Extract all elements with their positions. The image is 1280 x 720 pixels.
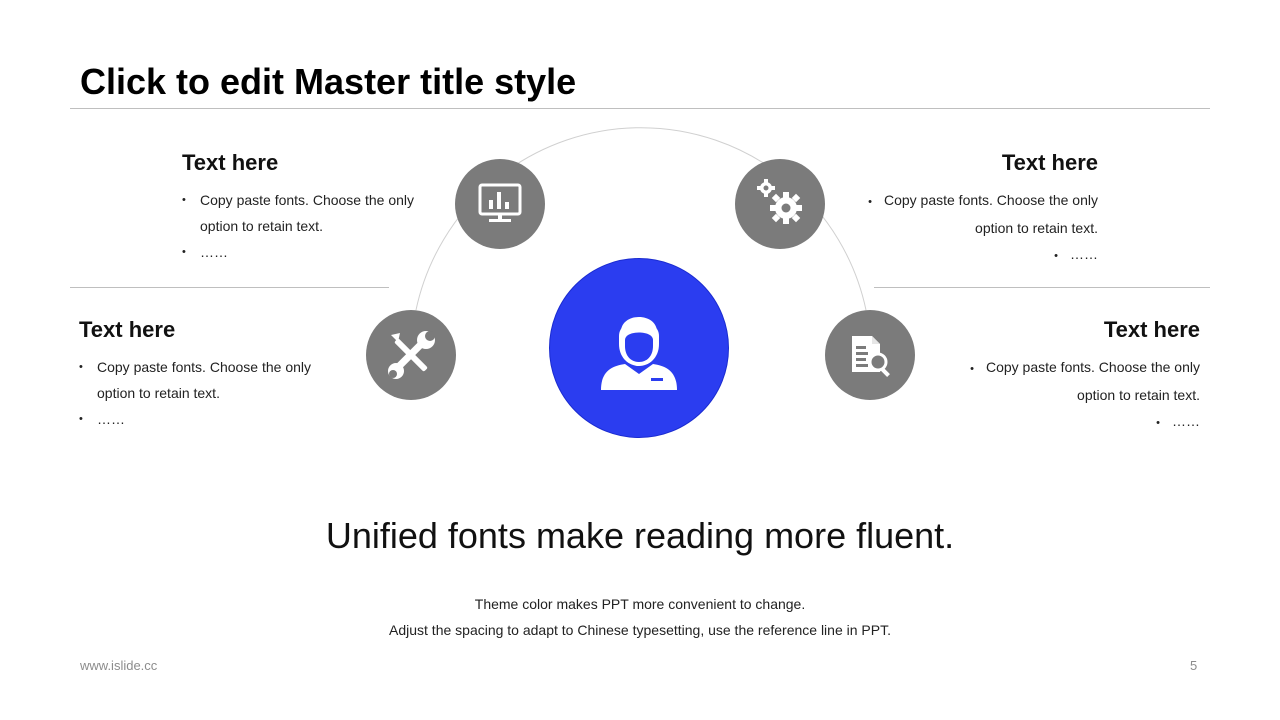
text-block-top-left: Text here Copy paste fonts. Choose the o… xyxy=(182,149,432,265)
bullet-item: Copy paste fonts. Choose the only option… xyxy=(950,354,1200,408)
bullet-item: …… xyxy=(950,408,1200,436)
bullet-item: Copy paste fonts. Choose the only option… xyxy=(182,187,432,239)
document-search-icon xyxy=(825,310,915,400)
block-heading: Text here xyxy=(79,317,176,342)
gears-icon xyxy=(735,159,825,249)
person-icon xyxy=(549,258,729,438)
tools-icon xyxy=(366,310,456,400)
page-number: 5 xyxy=(1190,658,1198,673)
bullet-item: Copy paste fonts. Choose the only option… xyxy=(848,187,1098,241)
block-heading: Text here xyxy=(1001,150,1098,175)
right-divider xyxy=(874,287,1210,288)
bullet-item: …… xyxy=(848,241,1098,269)
left-divider xyxy=(70,287,389,288)
block-heading: Text here xyxy=(182,150,279,175)
bullet-item: …… xyxy=(79,406,329,432)
block-heading: Text here xyxy=(1103,317,1200,342)
subtitle-line-1: Theme color makes PPT more convenient to… xyxy=(474,596,806,612)
slogan: Unified fonts make reading more fluent. xyxy=(325,515,955,556)
bullet-item: …… xyxy=(182,239,432,265)
footer-website: www.islide.cc xyxy=(80,658,158,673)
text-block-mid-right: Text here Copy paste fonts. Choose the o… xyxy=(950,316,1200,436)
subtitle-line-2: Adjust the spacing to adapt to Chinese t… xyxy=(389,622,891,638)
presentation-chart-icon xyxy=(455,159,545,249)
text-block-mid-left: Text here Copy paste fonts. Choose the o… xyxy=(79,316,329,432)
text-block-top-right: Text here Copy paste fonts. Choose the o… xyxy=(848,149,1098,269)
bullet-item: Copy paste fonts. Choose the only option… xyxy=(79,354,329,406)
